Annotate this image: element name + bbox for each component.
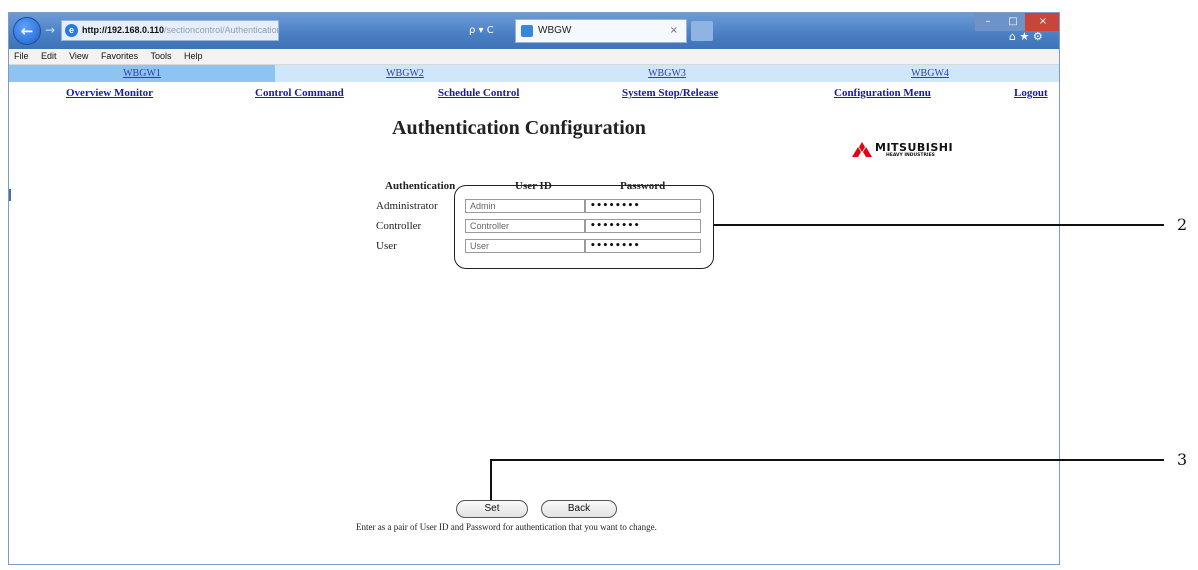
home-star-gear-icons[interactable]: ⌂ ★ ⚙ bbox=[1009, 29, 1043, 45]
logo-subtitle: HEAVY INDUSTRIES bbox=[886, 153, 935, 158]
menu-help[interactable]: Help bbox=[184, 51, 203, 61]
ie-icon: e bbox=[65, 24, 78, 37]
nav-overview-monitor[interactable]: Overview Monitor bbox=[66, 83, 153, 103]
tab-wbgw2[interactable]: WBGW2 bbox=[275, 65, 535, 82]
back-button[interactable]: Back bbox=[541, 500, 617, 518]
nav-system-stop-release[interactable]: System Stop/Release bbox=[622, 83, 718, 103]
address-path: /sectioncontrol/Authentication bbox=[164, 25, 279, 35]
back-arrow-icon[interactable]: ← bbox=[13, 17, 41, 45]
menu-view[interactable]: View bbox=[69, 51, 88, 61]
row-label-administrator: Administrator bbox=[376, 200, 438, 212]
callout-line-3-horizontal bbox=[490, 459, 1164, 461]
menu-bar: File Edit View Favorites Tools Help bbox=[9, 49, 1059, 65]
minimize-button[interactable]: – bbox=[975, 13, 1001, 31]
tab-wbgw3[interactable]: WBGW3 bbox=[535, 65, 799, 82]
nav-configuration-menu[interactable]: Configuration Menu bbox=[834, 83, 931, 103]
callout-line-3-vertical bbox=[490, 459, 492, 506]
browser-titlebar: ← → e http://192.168.0.110/sectioncontro… bbox=[9, 13, 1059, 49]
browser-tab[interactable]: WBGW × bbox=[515, 19, 687, 43]
callout-box-2 bbox=[454, 185, 714, 269]
search-refresh-controls[interactable]: ρ ▾ C bbox=[469, 20, 513, 41]
callout-line-2 bbox=[714, 224, 1164, 226]
logo-name: MITSUBISHI bbox=[875, 141, 954, 154]
nav-logout[interactable]: Logout bbox=[1014, 83, 1048, 103]
page-title: Authentication Configuration bbox=[392, 117, 646, 139]
mitsubishi-logo: MITSUBISHI HEAVY INDUSTRIES bbox=[852, 136, 1002, 164]
main-nav: Overview Monitor Control Command Schedul… bbox=[9, 83, 1059, 103]
nav-control-command[interactable]: Control Command bbox=[255, 83, 344, 103]
tab-close-icon[interactable]: × bbox=[670, 20, 678, 42]
callout-number-2: 2 bbox=[1177, 215, 1188, 234]
nav-schedule-control[interactable]: Schedule Control bbox=[438, 83, 519, 103]
mitsubishi-diamonds-icon bbox=[852, 142, 872, 157]
new-tab-button[interactable] bbox=[691, 21, 713, 41]
gateway-tab-bar: WBGW1 WBGW2 WBGW3 WBGW4 bbox=[9, 65, 1059, 82]
menu-file[interactable]: File bbox=[14, 51, 29, 61]
header-authentication: Authentication bbox=[385, 180, 456, 192]
forward-arrow-icon[interactable]: → bbox=[45, 23, 57, 37]
row-label-user: User bbox=[376, 240, 397, 252]
menu-favorites[interactable]: Favorites bbox=[101, 51, 138, 61]
tab-title: WBGW bbox=[538, 25, 572, 36]
tab-wbgw1[interactable]: WBGW1 bbox=[9, 65, 275, 82]
tab-wbgw4[interactable]: WBGW4 bbox=[799, 65, 1059, 82]
instruction-text: Enter as a pair of User ID and Password … bbox=[356, 522, 657, 532]
left-edge-marker bbox=[9, 189, 11, 201]
menu-edit[interactable]: Edit bbox=[41, 51, 57, 61]
menu-tools[interactable]: Tools bbox=[150, 51, 171, 61]
row-label-controller: Controller bbox=[376, 220, 422, 232]
callout-number-3: 3 bbox=[1177, 450, 1188, 469]
favicon-icon bbox=[521, 25, 533, 37]
address-host: http://192.168.0.110 bbox=[82, 25, 165, 35]
browser-window: ← → e http://192.168.0.110/sectioncontro… bbox=[8, 12, 1060, 565]
set-button[interactable]: Set bbox=[456, 500, 528, 518]
address-bar[interactable]: e http://192.168.0.110/sectioncontrol/Au… bbox=[61, 20, 279, 41]
